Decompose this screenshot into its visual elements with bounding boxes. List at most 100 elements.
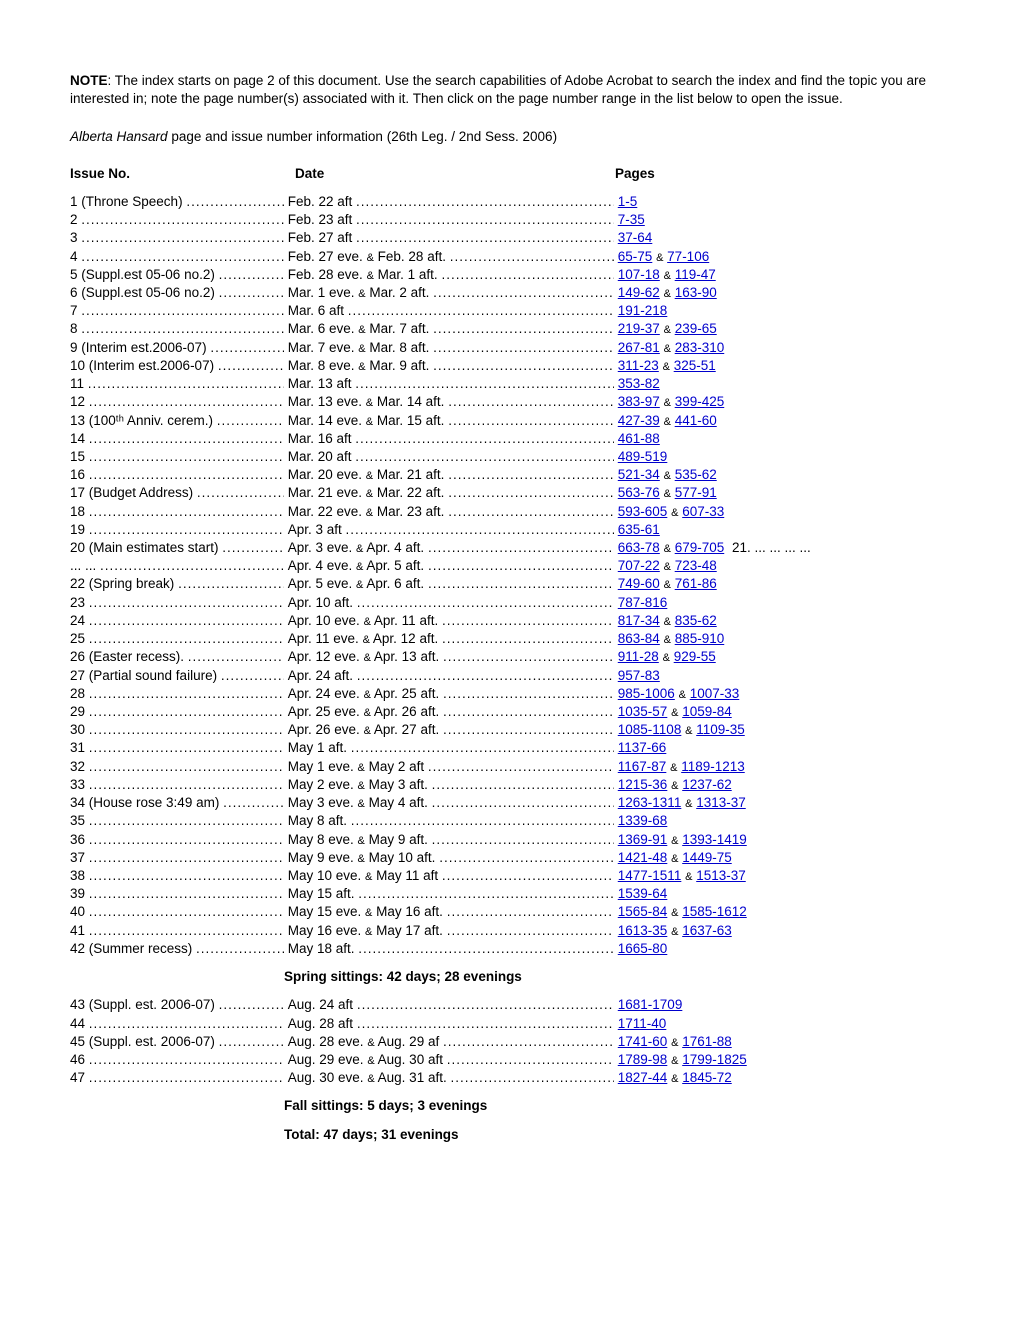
page-link[interactable]: 77-106 bbox=[667, 249, 709, 264]
ampersand: & bbox=[664, 270, 671, 282]
page-link[interactable]: 1393-1419 bbox=[682, 832, 747, 847]
page-link[interactable]: 149-62 bbox=[618, 285, 660, 300]
page-link[interactable]: 723-48 bbox=[675, 558, 717, 573]
leader-dots bbox=[443, 686, 614, 701]
page-link[interactable]: 817-34 bbox=[618, 613, 660, 628]
page-link[interactable]: 707-22 bbox=[618, 558, 660, 573]
page-link[interactable]: 1137-66 bbox=[618, 740, 667, 755]
date-text: Aug. 28 eve. bbox=[284, 1034, 367, 1049]
page-link[interactable]: 563-76 bbox=[618, 485, 660, 500]
page-link[interactable]: 461-88 bbox=[618, 431, 660, 446]
page-link[interactable]: 663-78 bbox=[618, 540, 660, 555]
page-link[interactable]: 607-33 bbox=[682, 504, 724, 519]
table-row: 11 Mar. 13 aft 353-82 bbox=[70, 375, 950, 393]
issue-text: 19 bbox=[70, 522, 89, 537]
page-link[interactable]: 7-35 bbox=[618, 212, 645, 227]
page-link[interactable]: 1789-98 bbox=[618, 1052, 668, 1067]
issue-text: 2 bbox=[70, 212, 81, 227]
page-link[interactable]: 521-34 bbox=[618, 467, 660, 482]
page-link[interactable]: 1845-72 bbox=[682, 1070, 732, 1085]
page-link[interactable]: 1189-1213 bbox=[681, 759, 745, 774]
page-link[interactable]: 239-65 bbox=[675, 321, 717, 336]
page-link[interactable]: 1637-63 bbox=[682, 923, 732, 938]
page-link[interactable]: 679-705 bbox=[675, 540, 725, 555]
page-link[interactable]: 835-62 bbox=[675, 613, 717, 628]
page-link[interactable]: 489-519 bbox=[618, 449, 668, 464]
page-link[interactable]: 191-218 bbox=[618, 303, 668, 318]
page-link[interactable]: 1059-84 bbox=[682, 704, 732, 719]
page-link[interactable]: 1237-62 bbox=[682, 777, 732, 792]
page-link[interactable]: 1565-84 bbox=[618, 904, 668, 919]
page-link[interactable]: 635-61 bbox=[618, 522, 660, 537]
page-link[interactable]: 1167-87 bbox=[618, 759, 667, 774]
page-link[interactable]: 1-5 bbox=[618, 194, 638, 209]
page-link[interactable]: 267-81 bbox=[618, 340, 660, 355]
date-text: Mar. 20 aft bbox=[284, 449, 355, 464]
page-link[interactable]: 1741-60 bbox=[618, 1034, 668, 1049]
page-link[interactable]: 1681-1709 bbox=[618, 997, 683, 1012]
page-link[interactable]: 593-605 bbox=[618, 504, 668, 519]
page-link[interactable]: 1215-36 bbox=[618, 777, 668, 792]
page-link[interactable]: 325-51 bbox=[674, 358, 716, 373]
ampersand: & bbox=[367, 270, 374, 282]
table-row: 20 (Main estimates start) Apr. 3 eve. & … bbox=[70, 539, 950, 557]
page-link[interactable]: 1313-37 bbox=[696, 795, 746, 810]
ampersand: & bbox=[367, 252, 374, 264]
page-link[interactable]: 1613-35 bbox=[618, 923, 668, 938]
page-link[interactable]: 1761-88 bbox=[682, 1034, 732, 1049]
date-cell: Apr. 5 eve. & Apr. 6 aft. bbox=[284, 575, 614, 593]
page-link[interactable]: 1585-1612 bbox=[682, 904, 747, 919]
page-link[interactable]: 1449-75 bbox=[682, 850, 732, 865]
page-link[interactable]: 535-62 bbox=[675, 467, 717, 482]
page-link[interactable]: 1085-1108 bbox=[618, 722, 682, 737]
page-link[interactable]: 787-816 bbox=[618, 595, 668, 610]
page-link[interactable]: 1263-1311 bbox=[618, 795, 682, 810]
ampersand: & bbox=[671, 1073, 678, 1085]
page-link[interactable]: 37-64 bbox=[618, 230, 653, 245]
page-link[interactable]: 1477-1511 bbox=[618, 868, 682, 883]
page-link[interactable]: 163-90 bbox=[675, 285, 717, 300]
page-link[interactable]: 929-55 bbox=[674, 649, 716, 664]
page-link[interactable]: 119-47 bbox=[675, 267, 716, 282]
page-link[interactable]: 399-425 bbox=[675, 394, 725, 409]
page-link[interactable]: 957-83 bbox=[618, 668, 660, 683]
leader-dots bbox=[433, 358, 614, 373]
page-link[interactable]: 577-91 bbox=[675, 485, 717, 500]
page-link[interactable]: 1339-68 bbox=[618, 813, 668, 828]
ampersand: & bbox=[664, 470, 671, 482]
page-link[interactable]: 1799-1825 bbox=[682, 1052, 747, 1067]
page-link[interactable]: 863-84 bbox=[618, 631, 660, 646]
issue-cell: 23 bbox=[70, 594, 284, 612]
issue-text: ... ... bbox=[70, 558, 100, 573]
page-link[interactable]: 1513-37 bbox=[696, 868, 746, 883]
page-link[interactable]: 353-82 bbox=[618, 376, 660, 391]
ampersand: & bbox=[671, 853, 678, 865]
page-link[interactable]: 1369-91 bbox=[618, 832, 668, 847]
page-link[interactable]: 441-60 bbox=[675, 413, 717, 428]
page-link[interactable]: 911-28 bbox=[618, 649, 659, 664]
page-link[interactable]: 985-1006 bbox=[618, 686, 675, 701]
issue-text: 15 bbox=[70, 449, 89, 464]
page-link[interactable]: 1109-35 bbox=[696, 722, 745, 737]
page-link[interactable]: 1539-64 bbox=[618, 886, 668, 901]
pages-cell: 563-76 & 577-91 bbox=[614, 484, 717, 502]
page-link[interactable]: 219-37 bbox=[618, 321, 660, 336]
leader-dots bbox=[89, 777, 284, 792]
page-link[interactable]: 1007-33 bbox=[690, 686, 740, 701]
page-link[interactable]: 311-23 bbox=[618, 358, 659, 373]
page-link[interactable]: 885-910 bbox=[675, 631, 725, 646]
page-link[interactable]: 107-18 bbox=[618, 267, 660, 282]
page-link[interactable]: 749-60 bbox=[618, 576, 660, 591]
page-link[interactable]: 1421-48 bbox=[618, 850, 668, 865]
ampersand: & bbox=[364, 689, 371, 701]
page-link[interactable]: 1665-80 bbox=[618, 941, 668, 956]
page-link[interactable]: 283-310 bbox=[675, 340, 725, 355]
page-link[interactable]: 1035-57 bbox=[618, 704, 668, 719]
page-link[interactable]: 383-97 bbox=[618, 394, 660, 409]
page-link[interactable]: 1711-40 bbox=[618, 1016, 667, 1031]
table-row: 22 (Spring break) Apr. 5 eve. & Apr. 6 a… bbox=[70, 575, 950, 593]
page-link[interactable]: 65-75 bbox=[618, 249, 653, 264]
page-link[interactable]: 761-86 bbox=[675, 576, 717, 591]
page-link[interactable]: 1827-44 bbox=[618, 1070, 668, 1085]
page-link[interactable]: 427-39 bbox=[618, 413, 660, 428]
